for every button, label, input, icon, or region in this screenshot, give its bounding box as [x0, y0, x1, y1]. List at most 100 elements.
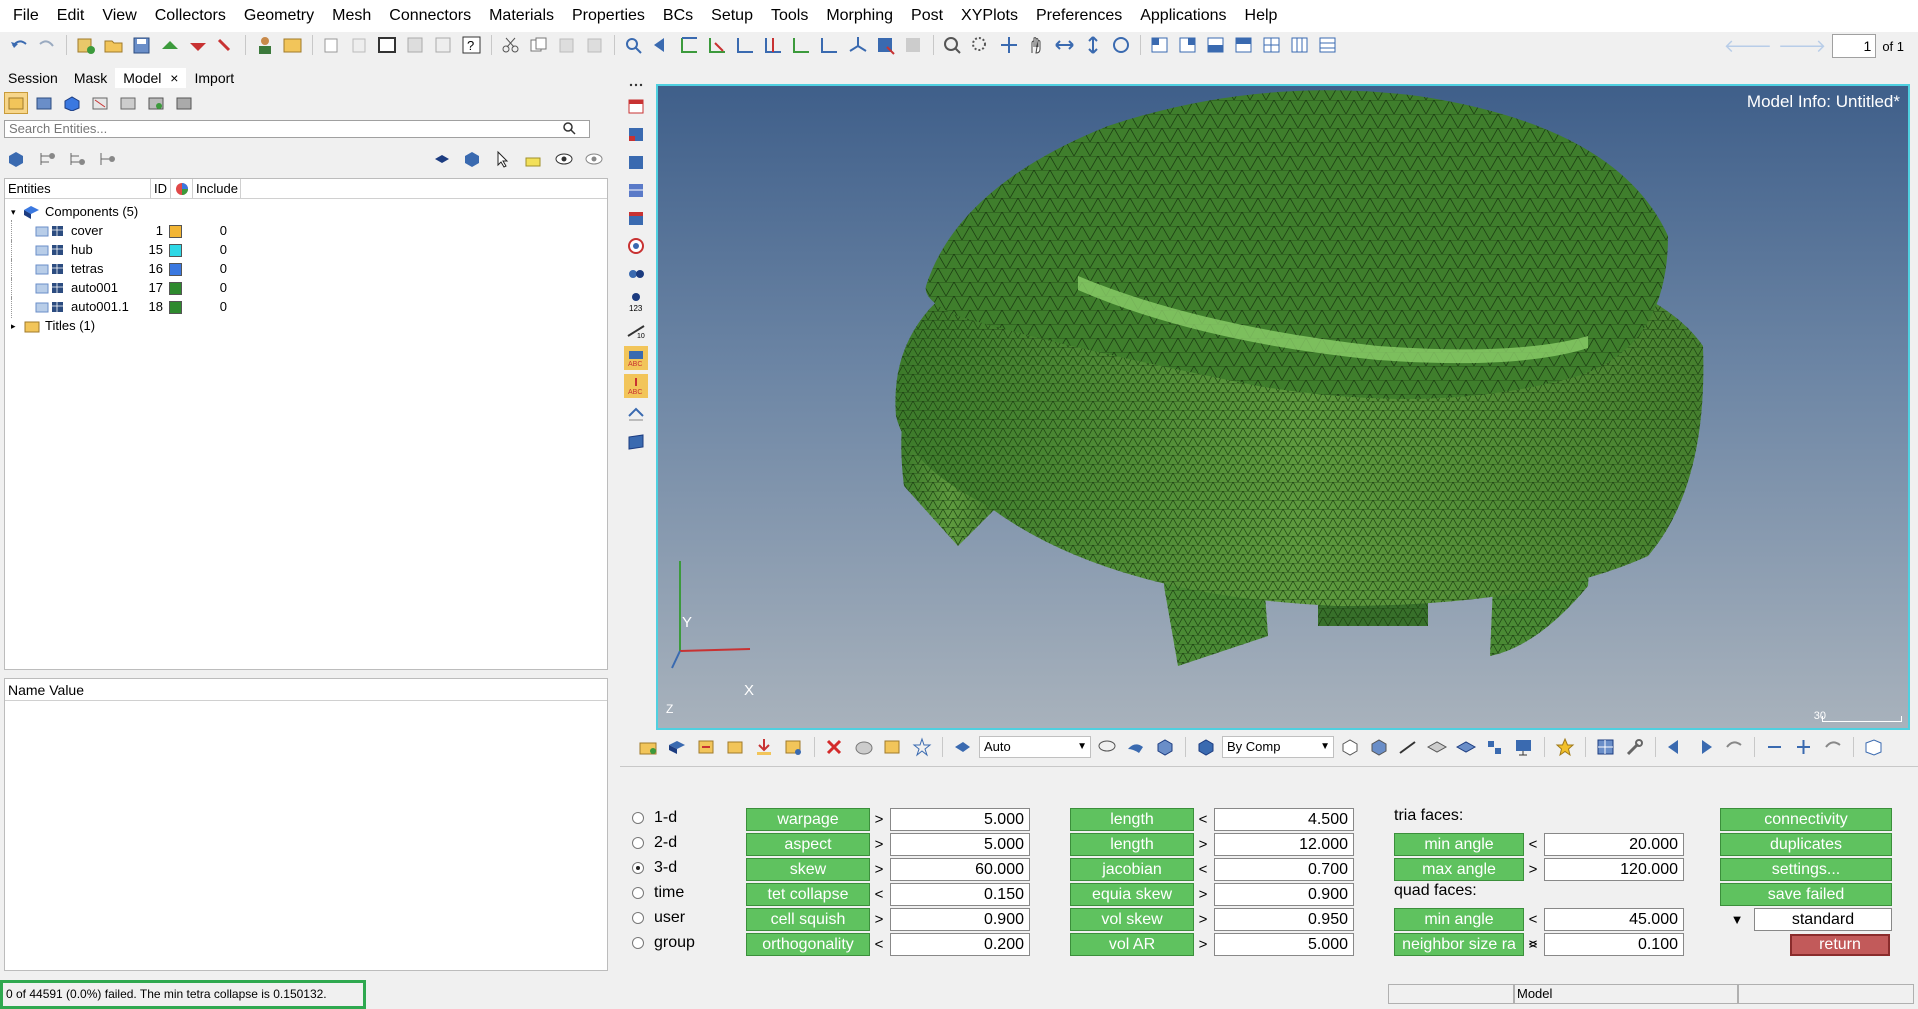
visibility-icon[interactable]	[35, 263, 49, 275]
menu-item-collectors[interactable]: Collectors	[146, 0, 235, 32]
previous-page-icon[interactable]: 🡐	[1724, 36, 1772, 57]
criterion-value-input[interactable]: 45.000	[1544, 908, 1684, 931]
criterion-button[interactable]: aspect	[746, 833, 870, 856]
menu-item-bcs[interactable]: BCs	[654, 0, 702, 32]
dimension-radio-1-d[interactable]: 1-d	[632, 806, 677, 830]
color-mode-icon[interactable]	[1193, 735, 1219, 759]
unmask-icon[interactable]	[880, 735, 906, 759]
view-layout-icon[interactable]	[1861, 735, 1887, 759]
tab-session[interactable]: Session	[0, 68, 66, 88]
view-yz-left-icon[interactable]	[733, 33, 759, 57]
action-button-connectivity[interactable]: connectivity	[1720, 808, 1892, 831]
layout-1-icon[interactable]	[1147, 33, 1173, 57]
component-color-swatch[interactable]	[168, 224, 182, 238]
shell-thickness-icon[interactable]	[624, 178, 648, 202]
criterion-button[interactable]: jacobian	[1070, 858, 1194, 881]
dimension-radio-time[interactable]: time	[632, 881, 684, 905]
spin-icon[interactable]	[1108, 33, 1134, 57]
criterion-value-input[interactable]: 60.000	[890, 858, 1030, 881]
element-color-icon[interactable]	[624, 206, 648, 230]
criterion-button[interactable]: length	[1070, 833, 1194, 856]
shell-display-icon[interactable]	[1453, 735, 1479, 759]
dimension-radio-user[interactable]: user	[632, 906, 685, 930]
component-manager-icon[interactable]	[636, 735, 662, 759]
organize-icon[interactable]	[694, 735, 720, 759]
new-model-icon[interactable]	[73, 33, 99, 57]
wireframe-mode-icon[interactable]	[1337, 735, 1363, 759]
subsystem-icon[interactable]	[781, 735, 807, 759]
view-xz-front-icon[interactable]	[789, 33, 815, 57]
criterion-value-input[interactable]: 120.000	[1544, 858, 1684, 881]
radio-button[interactable]	[632, 887, 644, 899]
display-all-icon[interactable]	[909, 735, 935, 759]
entity-display-icon[interactable]	[6, 148, 30, 170]
feature-lines-icon[interactable]	[1482, 735, 1508, 759]
delete-disabled-icon[interactable]	[554, 33, 580, 57]
component-view-icon[interactable]	[32, 92, 56, 114]
visibility-icon[interactable]	[35, 244, 49, 256]
criterion-value-input[interactable]: 12.000	[1214, 833, 1354, 856]
page-number-input[interactable]	[1832, 34, 1877, 58]
solid-display-icon[interactable]	[1123, 735, 1149, 759]
display-elements-icon[interactable]	[432, 148, 456, 170]
action-button-save-failed[interactable]: save failed	[1720, 883, 1892, 906]
favorite-icon[interactable]	[1552, 735, 1578, 759]
criterion-button[interactable]: equia skew	[1070, 883, 1194, 906]
menu-item-post[interactable]: Post	[902, 0, 952, 32]
visibility-icon[interactable]	[35, 225, 49, 237]
criterion-value-input[interactable]: 5.000	[890, 808, 1030, 831]
connectors-icon[interactable]	[624, 262, 648, 286]
entities-column-header[interactable]: Entities	[5, 179, 151, 198]
criterion-value-input[interactable]: 20.000	[1544, 833, 1684, 856]
model-view-icon[interactable]	[4, 92, 28, 114]
open-model-icon[interactable]	[101, 33, 127, 57]
model-browser-icon[interactable]	[280, 33, 306, 57]
menu-item-applications[interactable]: Applications	[1131, 0, 1235, 32]
visibility-icon[interactable]	[35, 301, 49, 313]
display-mode-icon[interactable]	[375, 33, 401, 57]
criterion-button[interactable]: cell squish	[746, 908, 870, 931]
hidden-line-icon[interactable]	[624, 402, 648, 426]
criterion-value-input[interactable]: 0.950	[1214, 908, 1354, 931]
element-display-icon[interactable]	[624, 122, 648, 146]
return-button[interactable]: return	[1790, 934, 1890, 956]
label-abc-icon[interactable]: ABC	[624, 346, 648, 370]
criterion-button[interactable]: warpage	[746, 808, 870, 831]
close-icon[interactable]: ×	[170, 70, 178, 86]
tab-import[interactable]: Import	[186, 68, 242, 88]
download-icon[interactable]	[752, 735, 778, 759]
restore-view-icon[interactable]	[901, 33, 927, 57]
mesh-lines-icon[interactable]	[624, 430, 648, 454]
criterion-button[interactable]: min angle	[1394, 833, 1524, 856]
element-normals-icon[interactable]	[624, 150, 648, 174]
menu-item-mesh[interactable]: Mesh	[323, 0, 380, 32]
display-geometry-icon[interactable]	[462, 148, 486, 170]
menu-item-edit[interactable]: Edit	[48, 0, 94, 32]
layout-6-icon[interactable]	[1287, 33, 1313, 57]
previous-view-icon[interactable]	[649, 33, 675, 57]
free-edges-icon[interactable]	[624, 234, 648, 258]
criterion-value-input[interactable]: 4.500	[1214, 808, 1354, 831]
rotate-vertical-icon[interactable]	[1080, 33, 1106, 57]
tree-expand-icon[interactable]	[66, 148, 90, 170]
search-icon[interactable]	[562, 121, 576, 135]
selection-mode-icon[interactable]	[950, 735, 976, 759]
menu-item-preferences[interactable]: Preferences	[1027, 0, 1131, 32]
material-view-icon[interactable]	[88, 92, 112, 114]
view-xy-bottom-icon[interactable]	[705, 33, 731, 57]
radio-button[interactable]	[632, 912, 644, 924]
expand-arrow-icon[interactable]: ▸	[11, 315, 23, 337]
layout-3-icon[interactable]	[1203, 33, 1229, 57]
undo-view-icon[interactable]	[1721, 735, 1747, 759]
isolate-disabled-icon[interactable]	[582, 33, 608, 57]
layout-4-icon[interactable]	[1231, 33, 1257, 57]
plane-display-icon[interactable]	[1424, 735, 1450, 759]
lasso-icon[interactable]	[1094, 735, 1120, 759]
chevron-down-icon[interactable]: ▼	[1720, 908, 1754, 931]
cut-icon[interactable]	[498, 33, 524, 57]
label-abc-red-icon[interactable]: ABC	[624, 374, 648, 398]
wireframe-icon[interactable]	[431, 33, 457, 57]
export-icon[interactable]	[185, 33, 211, 57]
next-page-icon[interactable]: 🡒	[1778, 36, 1826, 57]
search-entities-input[interactable]: Search Entities...	[4, 120, 590, 138]
